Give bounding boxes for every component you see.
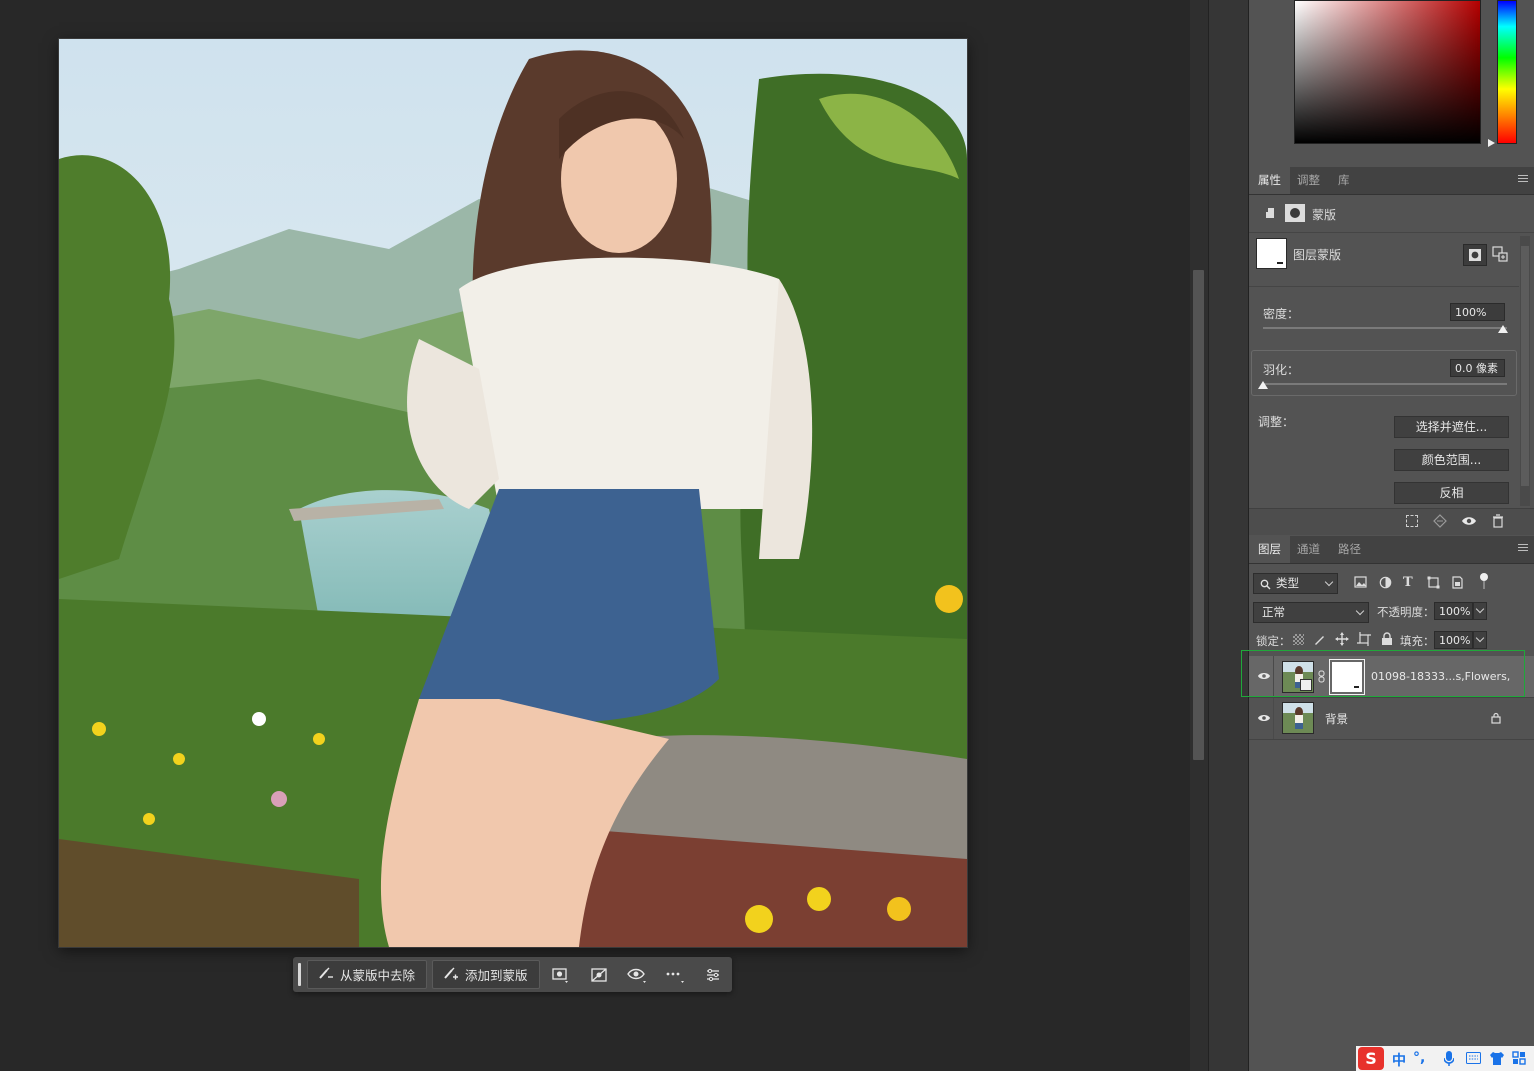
keyboard-icon[interactable] — [1466, 1052, 1481, 1064]
tab-layers[interactable]: 图层 — [1249, 536, 1290, 563]
tab-paths[interactable]: 路径 — [1329, 536, 1370, 563]
selection-highlight — [1241, 650, 1525, 697]
density-label: 密度： — [1263, 307, 1300, 321]
toggle-mask-eye-icon[interactable] — [1461, 515, 1477, 527]
tab-libraries[interactable]: 库 — [1329, 167, 1359, 194]
lock-artboard-icon[interactable] — [1357, 632, 1371, 646]
add-to-mask-label: 添加到蒙版 — [465, 968, 528, 983]
mask-options-icon[interactable] — [549, 963, 573, 987]
select-and-mask-button[interactable]: 选择并遮住... — [1394, 416, 1509, 438]
properties-scrollbar[interactable] — [1520, 236, 1530, 506]
ime-mode-indicator[interactable]: 中 — [1392, 1050, 1406, 1070]
filter-type-icon[interactable]: T — [1403, 575, 1416, 590]
disable-mask-icon[interactable] — [587, 963, 611, 987]
opacity-input[interactable]: 100% — [1434, 602, 1473, 620]
layer-lock-icon[interactable] — [1491, 712, 1501, 724]
mask-section-label: 蒙版 — [1312, 208, 1337, 222]
punctuation-icon[interactable]: °, — [1413, 1050, 1425, 1066]
adjust-label: 调整： — [1258, 415, 1295, 429]
properties-footer — [1249, 508, 1534, 535]
mask-visibility-icon[interactable] — [625, 963, 649, 987]
layer-mask-label: 图层蒙版 — [1293, 248, 1342, 262]
density-slider[interactable] — [1263, 327, 1507, 329]
sogou-logo-icon[interactable]: S — [1358, 1047, 1384, 1070]
chevron-down-icon — [1475, 604, 1485, 614]
filter-smart-object-icon[interactable] — [1451, 576, 1464, 589]
feather-label: 羽化： — [1263, 363, 1300, 377]
lock-all-icon[interactable] — [1381, 632, 1393, 646]
color-range-button[interactable]: 颜色范围... — [1394, 449, 1509, 471]
select-mask-icon[interactable] — [1463, 244, 1487, 266]
lock-position-icon[interactable] — [1335, 632, 1349, 646]
settings-sliders-icon[interactable] — [701, 963, 725, 987]
canvas-photo[interactable] — [59, 39, 967, 947]
invert-button[interactable]: 反相 — [1394, 482, 1509, 504]
density-input[interactable]: 100% — [1450, 303, 1505, 321]
density-slider-knob[interactable] — [1498, 325, 1508, 333]
fill-input[interactable]: 100% — [1434, 631, 1473, 649]
layers-tabbar: 图层 通道 路径 — [1249, 536, 1534, 564]
fill-dropdown[interactable] — [1473, 631, 1487, 649]
hue-marker-icon[interactable] — [1488, 139, 1495, 147]
remove-from-mask-button[interactable]: 从蒙版中去除 — [307, 960, 427, 989]
apply-mask-icon[interactable] — [1433, 514, 1447, 528]
taskbar-drag-handle[interactable] — [298, 963, 301, 986]
layer-thumbnail[interactable] — [1282, 702, 1314, 734]
lock-pixels-icon[interactable] — [1313, 633, 1326, 646]
vector-mask-add-icon[interactable] — [1491, 245, 1509, 263]
toolbox-grid-icon[interactable] — [1512, 1051, 1526, 1065]
more-options-icon[interactable] — [663, 963, 687, 987]
search-icon — [1260, 577, 1271, 596]
contextual-task-bar: 从蒙版中去除 添加到蒙版 — [293, 957, 732, 992]
photo-illustration — [59, 39, 967, 947]
blend-mode-select[interactable]: 正常 — [1253, 602, 1369, 623]
pixel-layer-icon[interactable] — [1264, 206, 1278, 220]
brush-plus-icon — [443, 966, 459, 983]
hue-slider[interactable] — [1497, 0, 1517, 144]
filter-adjustment-icon[interactable] — [1379, 576, 1392, 589]
feather-slider[interactable] — [1263, 383, 1507, 385]
voice-input-icon[interactable] — [1443, 1051, 1455, 1066]
filter-pixel-icon[interactable] — [1354, 576, 1367, 588]
fill-label: 填充： — [1400, 634, 1435, 648]
opacity-dropdown[interactable] — [1473, 602, 1487, 620]
tab-adjustments[interactable]: 调整 — [1288, 167, 1329, 194]
scrollbar-thumb[interactable] — [1193, 270, 1204, 760]
skin-shirt-icon[interactable] — [1489, 1051, 1505, 1066]
delete-mask-icon[interactable] — [1492, 514, 1504, 528]
lock-transparent-icon[interactable] — [1293, 634, 1304, 645]
properties-tabbar: 属性 调整 库 — [1249, 167, 1534, 195]
opacity-label: 不透明度： — [1377, 605, 1435, 619]
color-picker-field[interactable] — [1294, 0, 1481, 144]
divider — [1249, 232, 1534, 233]
add-to-mask-button[interactable]: 添加到蒙版 — [432, 960, 540, 989]
feather-slider-knob[interactable] — [1258, 381, 1268, 389]
chevron-down-icon — [1475, 633, 1485, 643]
layer-row-background[interactable]: 背景 — [1249, 698, 1534, 740]
chevron-down-icon — [1355, 606, 1365, 616]
layer-name[interactable]: 背景 — [1325, 711, 1348, 727]
layer-mask-thumbnail[interactable] — [1256, 238, 1287, 269]
layer-filter-select[interactable]: 类型 — [1253, 573, 1338, 594]
tab-channels[interactable]: 通道 — [1288, 536, 1329, 563]
tab-properties[interactable]: 属性 — [1249, 167, 1290, 194]
layer-filter-value: 类型 — [1276, 576, 1299, 590]
brush-minus-icon — [318, 966, 334, 983]
panel-menu-icon[interactable] — [1518, 175, 1528, 185]
divider — [1249, 286, 1519, 287]
load-selection-icon[interactable] — [1406, 515, 1418, 527]
divider — [1273, 698, 1274, 739]
layers-panel-menu-icon[interactable] — [1518, 544, 1528, 554]
remove-from-mask-label: 从蒙版中去除 — [340, 968, 416, 983]
filter-shape-icon[interactable] — [1427, 576, 1440, 589]
chevron-down-icon — [1324, 577, 1334, 587]
ime-toolbar: S 中 °, — [1356, 1046, 1534, 1071]
blend-mode-value: 正常 — [1262, 605, 1285, 619]
mask-mode-icon[interactable] — [1285, 204, 1305, 222]
panel-dock-gutter — [1208, 0, 1249, 1071]
layer-visibility-eye-icon[interactable] — [1257, 712, 1271, 722]
feather-input[interactable]: 0.0 像素 — [1450, 359, 1505, 377]
filter-toggle-icon[interactable] — [1479, 573, 1489, 591]
lock-label: 锁定： — [1256, 634, 1291, 648]
